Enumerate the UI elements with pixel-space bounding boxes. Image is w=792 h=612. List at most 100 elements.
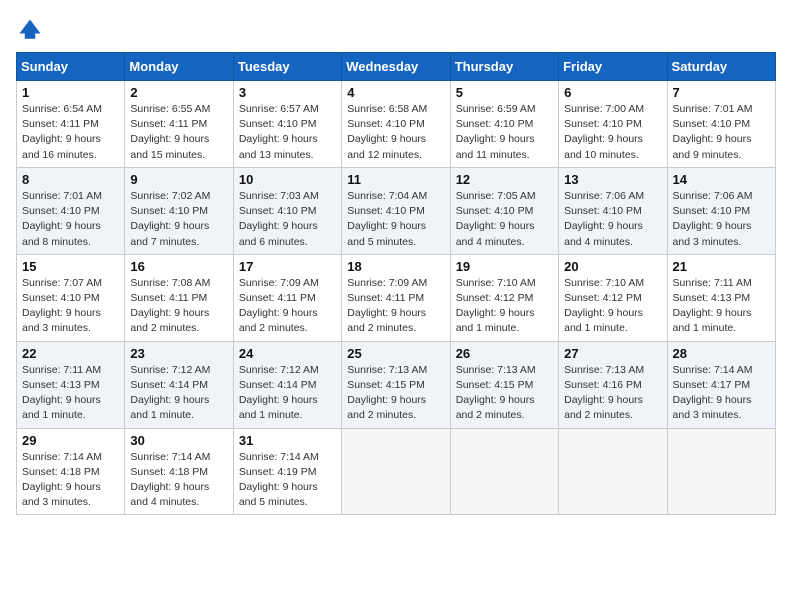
calendar-day-cell: 14 Sunrise: 7:06 AMSunset: 4:10 PMDayligh… <box>667 167 775 254</box>
column-header-monday: Monday <box>125 53 233 81</box>
calendar-day-cell: 10 Sunrise: 7:03 AMSunset: 4:10 PMDayligh… <box>233 167 341 254</box>
day-detail: Sunrise: 7:12 AMSunset: 4:14 PMDaylight:… <box>130 363 227 424</box>
day-number: 11 <box>347 172 444 187</box>
day-detail: Sunrise: 7:00 AMSunset: 4:10 PMDaylight:… <box>564 102 661 163</box>
calendar-day-cell: 9Sunrise: 7:02 AMSunset: 4:10 PMDaylight… <box>125 167 233 254</box>
day-detail: Sunrise: 6:58 AMSunset: 4:10 PMDaylight:… <box>347 102 444 163</box>
day-number: 21 <box>673 259 770 274</box>
day-number: 7 <box>673 85 770 100</box>
day-number: 22 <box>22 346 119 361</box>
calendar-day-cell: 3 Sunrise: 6:57 AMSunset: 4:10 PMDaylight… <box>233 81 341 168</box>
calendar-day-cell: 7 Sunrise: 7:01 AMSunset: 4:10 PMDaylight… <box>667 81 775 168</box>
calendar-day-cell: 5 Sunrise: 6:59 AMSunset: 4:10 PMDaylight… <box>450 81 558 168</box>
calendar-day-cell: 6Sunrise: 7:00 AMSunset: 4:10 PMDaylight… <box>559 81 667 168</box>
day-number: 31 <box>239 433 336 448</box>
calendar-day-cell: 13 Sunrise: 7:06 AMSunset: 4:10 PMDayligh… <box>559 167 667 254</box>
calendar-day-cell: 31 Sunrise: 7:14 AMSunset: 4:19 PMDayligh… <box>233 428 341 515</box>
day-number: 25 <box>347 346 444 361</box>
day-detail: Sunrise: 7:12 AMSunset: 4:14 PMDaylight:… <box>239 363 336 424</box>
column-header-sunday: Sunday <box>17 53 125 81</box>
calendar-day-cell: 20 Sunrise: 7:10 AMSunset: 4:12 PMDayligh… <box>559 254 667 341</box>
day-number: 19 <box>456 259 553 274</box>
day-detail: Sunrise: 7:09 AMSunset: 4:11 PMDaylight:… <box>239 276 336 337</box>
day-detail: Sunrise: 6:57 AMSunset: 4:10 PMDaylight:… <box>239 102 336 163</box>
calendar-day-cell: 19 Sunrise: 7:10 AMSunset: 4:12 PMDayligh… <box>450 254 558 341</box>
calendar-day-cell <box>559 428 667 515</box>
calendar-day-cell <box>342 428 450 515</box>
logo <box>16 16 48 44</box>
day-detail: Sunrise: 7:10 AMSunset: 4:12 PMDaylight:… <box>564 276 661 337</box>
day-number: 28 <box>673 346 770 361</box>
day-detail: Sunrise: 7:04 AMSunset: 4:10 PMDaylight:… <box>347 189 444 250</box>
calendar-day-cell: 11 Sunrise: 7:04 AMSunset: 4:10 PMDayligh… <box>342 167 450 254</box>
calendar-day-cell <box>667 428 775 515</box>
day-detail: Sunrise: 7:13 AMSunset: 4:15 PMDaylight:… <box>456 363 553 424</box>
day-detail: Sunrise: 7:01 AMSunset: 4:10 PMDaylight:… <box>22 189 119 250</box>
day-detail: Sunrise: 7:01 AMSunset: 4:10 PMDaylight:… <box>673 102 770 163</box>
day-detail: Sunrise: 7:03 AMSunset: 4:10 PMDaylight:… <box>239 189 336 250</box>
day-number: 30 <box>130 433 227 448</box>
calendar-week-row: 15Sunrise: 7:07 AMSunset: 4:10 PMDayligh… <box>17 254 776 341</box>
day-detail: Sunrise: 7:14 AMSunset: 4:17 PMDaylight:… <box>673 363 770 424</box>
day-number: 24 <box>239 346 336 361</box>
calendar-day-cell: 4Sunrise: 6:58 AMSunset: 4:10 PMDaylight… <box>342 81 450 168</box>
day-number: 20 <box>564 259 661 274</box>
day-number: 12 <box>456 172 553 187</box>
day-number: 29 <box>22 433 119 448</box>
day-detail: Sunrise: 7:09 AMSunset: 4:11 PMDaylight:… <box>347 276 444 337</box>
column-header-friday: Friday <box>559 53 667 81</box>
calendar-week-row: 1 Sunrise: 6:54 AMSunset: 4:11 PMDaylight… <box>17 81 776 168</box>
calendar-week-row: 8 Sunrise: 7:01 AMSunset: 4:10 PMDaylight… <box>17 167 776 254</box>
calendar-day-cell: 15Sunrise: 7:07 AMSunset: 4:10 PMDayligh… <box>17 254 125 341</box>
day-number: 16 <box>130 259 227 274</box>
calendar-day-cell: 30Sunrise: 7:14 AMSunset: 4:18 PMDayligh… <box>125 428 233 515</box>
calendar-day-cell: 27Sunrise: 7:13 AMSunset: 4:16 PMDayligh… <box>559 341 667 428</box>
day-number: 14 <box>673 172 770 187</box>
logo-icon <box>16 16 44 44</box>
day-detail: Sunrise: 7:14 AMSunset: 4:18 PMDaylight:… <box>22 450 119 511</box>
day-detail: Sunrise: 7:06 AMSunset: 4:10 PMDaylight:… <box>564 189 661 250</box>
calendar-week-row: 29 Sunrise: 7:14 AMSunset: 4:18 PMDayligh… <box>17 428 776 515</box>
day-number: 23 <box>130 346 227 361</box>
calendar-day-cell: 2Sunrise: 6:55 AMSunset: 4:11 PMDaylight… <box>125 81 233 168</box>
calendar-header-row: SundayMondayTuesdayWednesdayThursdayFrid… <box>17 53 776 81</box>
calendar-day-cell: 17 Sunrise: 7:09 AMSunset: 4:11 PMDayligh… <box>233 254 341 341</box>
day-number: 17 <box>239 259 336 274</box>
day-number: 3 <box>239 85 336 100</box>
column-header-wednesday: Wednesday <box>342 53 450 81</box>
day-number: 9 <box>130 172 227 187</box>
day-number: 15 <box>22 259 119 274</box>
calendar-day-cell: 21 Sunrise: 7:11 AMSunset: 4:13 PMDayligh… <box>667 254 775 341</box>
calendar-day-cell: 23 Sunrise: 7:12 AMSunset: 4:14 PMDayligh… <box>125 341 233 428</box>
calendar-table: SundayMondayTuesdayWednesdayThursdayFrid… <box>16 52 776 515</box>
day-number: 13 <box>564 172 661 187</box>
calendar-day-cell: 26 Sunrise: 7:13 AMSunset: 4:15 PMDayligh… <box>450 341 558 428</box>
day-detail: Sunrise: 7:06 AMSunset: 4:10 PMDaylight:… <box>673 189 770 250</box>
day-detail: Sunrise: 6:59 AMSunset: 4:10 PMDaylight:… <box>456 102 553 163</box>
day-detail: Sunrise: 7:05 AMSunset: 4:10 PMDaylight:… <box>456 189 553 250</box>
calendar-day-cell: 12 Sunrise: 7:05 AMSunset: 4:10 PMDayligh… <box>450 167 558 254</box>
day-detail: Sunrise: 6:54 AMSunset: 4:11 PMDaylight:… <box>22 102 119 163</box>
day-detail: Sunrise: 7:10 AMSunset: 4:12 PMDaylight:… <box>456 276 553 337</box>
day-number: 2 <box>130 85 227 100</box>
day-number: 1 <box>22 85 119 100</box>
calendar-day-cell: 28 Sunrise: 7:14 AMSunset: 4:17 PMDayligh… <box>667 341 775 428</box>
calendar-day-cell: 18 Sunrise: 7:09 AMSunset: 4:11 PMDayligh… <box>342 254 450 341</box>
column-header-thursday: Thursday <box>450 53 558 81</box>
calendar-day-cell: 29 Sunrise: 7:14 AMSunset: 4:18 PMDayligh… <box>17 428 125 515</box>
day-detail: Sunrise: 7:11 AMSunset: 4:13 PMDaylight:… <box>673 276 770 337</box>
day-detail: Sunrise: 7:13 AMSunset: 4:16 PMDaylight:… <box>564 363 661 424</box>
calendar-day-cell: 8 Sunrise: 7:01 AMSunset: 4:10 PMDaylight… <box>17 167 125 254</box>
calendar-day-cell: 24 Sunrise: 7:12 AMSunset: 4:14 PMDayligh… <box>233 341 341 428</box>
calendar-day-cell <box>450 428 558 515</box>
day-number: 10 <box>239 172 336 187</box>
day-number: 5 <box>456 85 553 100</box>
day-number: 18 <box>347 259 444 274</box>
calendar-day-cell: 1 Sunrise: 6:54 AMSunset: 4:11 PMDaylight… <box>17 81 125 168</box>
calendar-day-cell: 16 Sunrise: 7:08 AMSunset: 4:11 PMDayligh… <box>125 254 233 341</box>
day-detail: Sunrise: 7:08 AMSunset: 4:11 PMDaylight:… <box>130 276 227 337</box>
day-number: 8 <box>22 172 119 187</box>
day-detail: Sunrise: 7:14 AMSunset: 4:19 PMDaylight:… <box>239 450 336 511</box>
calendar-day-cell: 22Sunrise: 7:11 AMSunset: 4:13 PMDayligh… <box>17 341 125 428</box>
day-number: 26 <box>456 346 553 361</box>
